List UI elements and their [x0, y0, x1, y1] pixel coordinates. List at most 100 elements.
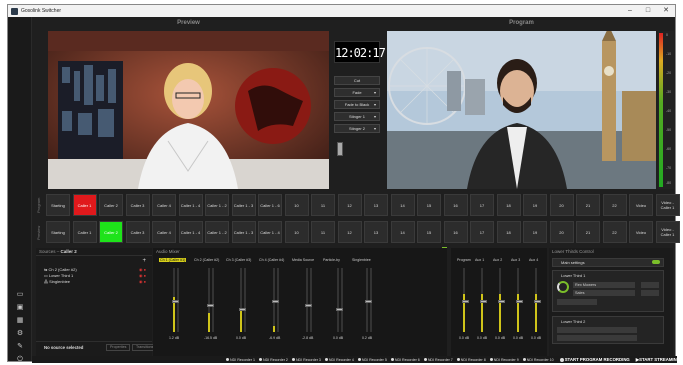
start-streaming-button[interactable]: ▶ START STREAMING	[636, 357, 680, 363]
bus-button[interactable]: Caller 2	[99, 194, 123, 216]
ndi-recorder-toggle[interactable]: NDI Recorder 9	[489, 358, 519, 362]
bus-button[interactable]: Starting	[46, 221, 70, 243]
bus-button[interactable]: Caller 1	[72, 221, 97, 243]
stinger-2-dropdown[interactable]: Stinger 2 ▾	[334, 124, 380, 133]
bus-button[interactable]: 22	[602, 221, 627, 243]
mixer-channel-label[interactable]: Media Source	[292, 258, 314, 262]
source-item[interactable]: ⇆ Ch 2 (Caller #2)	[44, 267, 77, 272]
program-monitor[interactable]	[387, 31, 656, 189]
bus-button[interactable]: 19	[523, 221, 547, 243]
output-channel-label[interactable]: Program	[457, 258, 471, 262]
output-fader[interactable]	[498, 300, 505, 303]
bus-button[interactable]: 10	[284, 194, 309, 216]
add-source-button[interactable]: +	[142, 258, 146, 264]
bus-button[interactable]: 15	[417, 221, 441, 243]
bus-button[interactable]: 11	[311, 194, 335, 216]
bus-button[interactable]: Caller 3	[125, 221, 150, 243]
source-item[interactable]: ⁂ Singlenbiee	[44, 279, 70, 284]
bus-button[interactable]: 20	[549, 221, 574, 243]
bus-button[interactable]: Caller 1	[72, 194, 97, 216]
bus-button[interactable]: Caller 1 - 2	[205, 221, 229, 243]
bus-button[interactable]: 21	[576, 221, 600, 243]
power-icon[interactable]: ⏻	[16, 356, 24, 364]
bus-button[interactable]: Caller 1 - 4	[178, 221, 203, 243]
bus-button[interactable]: Caller 2	[99, 221, 123, 243]
ndi-recorder-toggle[interactable]: NDI Recorder 6	[390, 358, 420, 362]
bus-button[interactable]: 17	[470, 194, 494, 216]
bus-button[interactable]: 14	[390, 194, 415, 216]
volume-fader[interactable]	[305, 304, 312, 307]
color-swatch[interactable]	[641, 290, 659, 296]
mixer-channel-label[interactable]: Ch 3 (Caller #3)	[226, 258, 251, 262]
output-channel-label[interactable]: Aux 1	[475, 258, 484, 262]
bus-button[interactable]: Caller 1 - 2	[205, 194, 229, 216]
stinger-1-dropdown[interactable]: Stinger 1 ▾	[334, 112, 380, 121]
bus-button[interactable]: 12	[337, 221, 362, 243]
mixer-channel-label[interactable]: Singlenbiee	[352, 258, 371, 262]
mixer-channel-label[interactable]: Ch 4 (Caller #4)	[259, 258, 284, 262]
bus-button[interactable]: 21	[576, 194, 600, 216]
output-fader[interactable]	[534, 300, 541, 303]
bus-button[interactable]: 13	[364, 221, 388, 243]
preview-monitor[interactable]	[48, 31, 329, 189]
bus-button[interactable]: Video	[629, 221, 653, 243]
output-fader[interactable]	[516, 300, 523, 303]
output-channel-label[interactable]: Aux 4	[529, 258, 538, 262]
output-channel-label[interactable]: Aux 3	[511, 258, 520, 262]
lock-icon[interactable]: ◉ ●	[139, 279, 146, 284]
t-bar-slider[interactable]	[337, 142, 343, 156]
volume-fader[interactable]	[336, 308, 343, 311]
minimize-button[interactable]: –	[621, 5, 639, 17]
bus-button[interactable]: 15	[417, 194, 441, 216]
volume-fader[interactable]	[239, 308, 246, 311]
volume-fader[interactable]	[207, 304, 214, 307]
bus-button[interactable]: 16	[443, 221, 468, 243]
screen-icon[interactable]: ▣	[16, 304, 24, 312]
output-fader[interactable]	[462, 300, 469, 303]
bus-button[interactable]: 11	[311, 221, 335, 243]
eye-icon[interactable]: ◉ ●	[139, 273, 146, 278]
bus-button[interactable]: 10	[284, 221, 309, 243]
ndi-recorder-toggle[interactable]: NDI Recorder 3	[291, 358, 321, 362]
lower-third-line2[interactable]	[557, 335, 637, 341]
fade-dropdown[interactable]: Fade ▾	[334, 88, 380, 97]
bus-button[interactable]: 14	[390, 221, 415, 243]
bus-button[interactable]: Video - Caller 1	[655, 221, 680, 243]
ndi-recorder-toggle[interactable]: NDI Recorder 5	[357, 358, 387, 362]
bus-button[interactable]: Video	[629, 194, 653, 216]
monitor-icon[interactable]: ▭	[16, 291, 24, 299]
bus-button[interactable]: Starting	[46, 194, 70, 216]
fade-to-black-dropdown[interactable]: Fade to Black ▾	[334, 100, 380, 109]
maximize-button[interactable]: □	[639, 5, 657, 17]
bus-button[interactable]: Caller 4	[152, 221, 176, 243]
mixer-channel-label[interactable]: Ch 1 (Caller #1)	[159, 258, 187, 262]
bus-button[interactable]: Caller 1 - 3	[231, 194, 256, 216]
main-settings-row[interactable]: Main settings	[552, 258, 664, 267]
lower-third-line1[interactable]: Rex Mowers	[573, 282, 635, 288]
bus-button[interactable]: Caller 3	[125, 194, 150, 216]
bus-button[interactable]: 18	[496, 194, 521, 216]
lower-third-style-buttons[interactable]	[557, 299, 597, 305]
bus-button[interactable]: Caller 4	[152, 194, 176, 216]
source-item[interactable]: ▭ Lower Third 1	[44, 273, 73, 278]
bus-button[interactable]: 12	[337, 194, 362, 216]
bus-button[interactable]: Caller 1 - 4	[258, 221, 282, 243]
close-button[interactable]: ✕	[657, 5, 675, 17]
mixer-channel-label[interactable]: Particle-by	[323, 258, 340, 262]
start-recording-button[interactable]: START PROGRAM RECORDING	[559, 357, 630, 362]
bus-button[interactable]: Caller 1 - 4	[178, 194, 203, 216]
ndi-recorder-toggle[interactable]: NDI Recorder 8	[456, 358, 486, 362]
lower-third-line1[interactable]	[557, 327, 637, 333]
ndi-recorder-toggle[interactable]: NDI Recorder 10	[522, 358, 554, 362]
properties-button[interactable]: Properties	[106, 344, 131, 351]
tools-icon[interactable]: ✎	[16, 343, 24, 351]
bus-button[interactable]: 17	[470, 221, 494, 243]
lower-third-line2[interactable]: Sales	[573, 290, 635, 296]
ndi-recorder-toggle[interactable]: NDI Recorder 2	[258, 358, 288, 362]
volume-fader[interactable]	[365, 300, 372, 303]
bus-button[interactable]: Caller 1 - 6	[258, 194, 282, 216]
grid-icon[interactable]: ▦	[16, 317, 24, 325]
eye-icon[interactable]: ◉ ●	[139, 267, 146, 272]
volume-fader[interactable]	[272, 300, 279, 303]
color-swatch[interactable]	[641, 282, 659, 288]
